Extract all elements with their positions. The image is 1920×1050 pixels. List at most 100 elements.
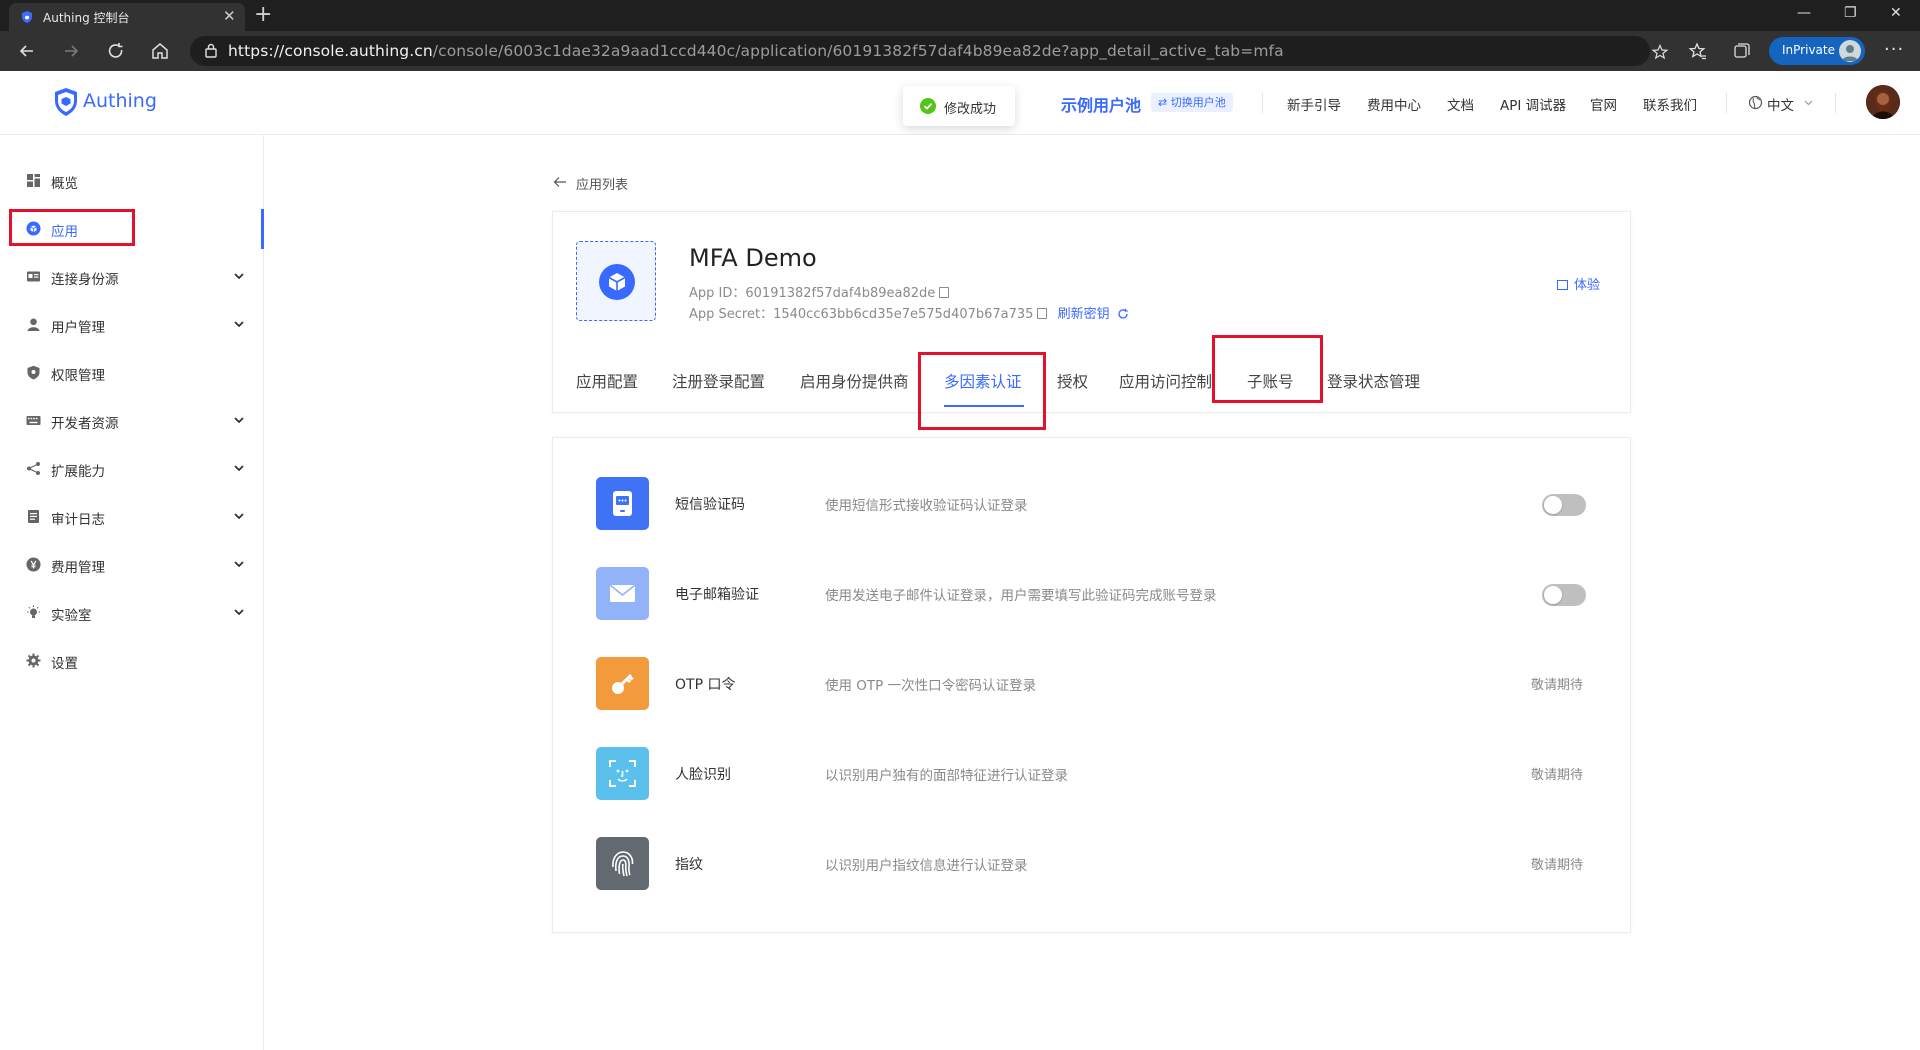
- more-menu-icon[interactable]: ···: [1884, 41, 1904, 59]
- sidebar-item-settings[interactable]: 设置: [0, 641, 264, 681]
- sidebar-item-label: 审计日志: [51, 512, 105, 528]
- nav-link-contact[interactable]: 联系我们: [1643, 94, 1697, 114]
- inprivate-badge[interactable]: InPrivate: [1769, 37, 1865, 65]
- face-icon: [596, 747, 649, 800]
- mfa-list-card: 短信验证码 使用短信形式接收验证码认证登录 电子邮箱验证 使用发送电子邮件认证登…: [552, 437, 1631, 933]
- add-favorite-icon[interactable]: [1652, 44, 1668, 60]
- coming-soon-label: 敬请期待: [1531, 678, 1584, 693]
- forward-icon[interactable]: [61, 41, 81, 61]
- sidebar-item-overview[interactable]: 概览: [0, 161, 264, 201]
- sidebar: 概览 应用 连接身份源 用户管理 权限管理 开发者资源 扩展能力 审计日志 费用…: [0, 135, 264, 1050]
- email-toggle[interactable]: [1542, 584, 1586, 606]
- keyboard-icon: [26, 416, 41, 425]
- mfa-name: 短信验证码: [675, 497, 745, 513]
- email-icon: [596, 567, 649, 620]
- new-tab-icon[interactable]: +: [254, 3, 272, 27]
- browser-tab[interactable]: Authing 控制台 ✕: [9, 3, 245, 31]
- tab-identity-providers[interactable]: 启用身份提供商: [800, 370, 909, 392]
- switch-pool-button[interactable]: ⇄ 切换用户池: [1151, 93, 1233, 112]
- key-icon: [596, 657, 649, 710]
- window-close-icon[interactable]: ✕: [1890, 5, 1902, 21]
- mfa-description: 以识别用户独有的面部特征进行认证登录: [825, 768, 1068, 784]
- collections-icon[interactable]: [1732, 41, 1752, 61]
- favorites-icon[interactable]: [1688, 41, 1708, 61]
- mfa-description: 以识别用户指纹信息进行认证登录: [825, 858, 1028, 874]
- url-host: https://console.authing.cn: [228, 42, 433, 60]
- app-secret-row: App Secret：1540cc63bb6cd35e7e575d407b67a…: [689, 303, 1129, 322]
- mfa-row-sms: 短信验证码 使用短信形式接收验证码认证登录: [553, 459, 1632, 549]
- tab-login-config[interactable]: 注册登录配置: [672, 370, 765, 392]
- mfa-name: 电子邮箱验证: [675, 587, 759, 603]
- sidebar-item-label: 用户管理: [51, 320, 105, 336]
- monitor-icon: [1557, 280, 1568, 290]
- copy-icon[interactable]: [939, 287, 950, 298]
- tab-login-state[interactable]: 登录状态管理: [1327, 370, 1420, 392]
- chevron-down-icon: [1804, 100, 1813, 106]
- app-logo: [576, 241, 656, 321]
- minimize-icon[interactable]: —: [1797, 5, 1811, 21]
- url-text[interactable]: https://console.authing.cn/console/6003c…: [228, 42, 1284, 60]
- chevron-down-icon: [234, 513, 244, 520]
- nav-link-api-debugger[interactable]: API 调试器: [1500, 94, 1566, 114]
- sidebar-item-label: 扩展能力: [51, 464, 105, 480]
- user-icon: [27, 318, 40, 331]
- sidebar-item-billing[interactable]: 费用管理: [0, 545, 264, 585]
- close-tab-icon[interactable]: ✕: [223, 7, 236, 25]
- highlight-box: [918, 352, 1046, 430]
- sidebar-item-user-management[interactable]: 用户管理: [0, 305, 264, 345]
- dashboard-icon: [27, 174, 40, 187]
- app-id-row: App ID：60191382f57daf4b89ea82de: [689, 282, 950, 301]
- mfa-name: 人脸识别: [675, 767, 731, 783]
- share-icon: [27, 462, 40, 475]
- copy-icon[interactable]: [1037, 308, 1048, 319]
- file-icon: [28, 510, 39, 523]
- gear-icon: [26, 653, 41, 668]
- toast-message: 修改成功: [944, 102, 997, 117]
- app-title: MFA Demo: [689, 244, 817, 272]
- profile-avatar-icon: [1839, 40, 1861, 62]
- highlight-box: [9, 209, 135, 246]
- sms-icon: [596, 477, 649, 530]
- refresh-secret-link[interactable]: 刷新密钥: [1058, 307, 1110, 322]
- sidebar-item-audit-logs[interactable]: 审计日志: [0, 497, 264, 537]
- mfa-description: 使用 OTP 一次性口令密码认证登录: [825, 678, 1037, 694]
- refresh-icon[interactable]: [106, 41, 126, 61]
- yen-icon: [26, 557, 41, 572]
- nav-link-docs[interactable]: 文档: [1447, 94, 1474, 114]
- home-icon[interactable]: [150, 41, 170, 61]
- sidebar-item-label: 费用管理: [51, 560, 105, 576]
- nav-link-billing[interactable]: 费用中心: [1367, 94, 1421, 114]
- back-icon[interactable]: [17, 41, 37, 61]
- app-secret-label: App Secret：: [689, 307, 774, 322]
- authing-logo[interactable]: Authing: [53, 85, 183, 119]
- user-avatar[interactable]: [1866, 85, 1900, 119]
- coming-soon-label: 敬请期待: [1531, 858, 1584, 873]
- nav-link-website[interactable]: 官网: [1590, 94, 1617, 114]
- header-divider: [1726, 93, 1727, 113]
- highlight-box: [1212, 335, 1323, 403]
- user-pool-name[interactable]: 示例用户池: [1061, 92, 1141, 116]
- tab-authorization[interactable]: 授权: [1057, 370, 1088, 392]
- shield-icon: [27, 365, 40, 380]
- sidebar-item-label: 实验室: [51, 608, 92, 624]
- refresh-icon[interactable]: [1117, 308, 1129, 320]
- sms-toggle[interactable]: [1542, 494, 1586, 516]
- tab-access-control[interactable]: 应用访问控制: [1119, 370, 1212, 392]
- address-bar[interactable]: https://console.authing.cn/console/6003c…: [190, 36, 1668, 66]
- toggle-knob: [1544, 586, 1562, 604]
- maximize-icon[interactable]: ❐: [1844, 5, 1857, 21]
- mfa-row-fingerprint: 指纹 以识别用户指纹信息进行认证登录 敬请期待: [553, 819, 1632, 909]
- sidebar-item-extensions[interactable]: 扩展能力: [0, 449, 264, 489]
- sidebar-item-developer-resources[interactable]: 开发者资源: [0, 401, 264, 441]
- lock-icon[interactable]: [204, 43, 218, 58]
- try-app-link[interactable]: 体验: [1557, 274, 1600, 293]
- sidebar-item-lab[interactable]: 实验室: [0, 593, 264, 633]
- nav-link-guide[interactable]: 新手引导: [1287, 94, 1341, 114]
- sidebar-item-label: 概览: [51, 176, 78, 192]
- sidebar-item-identity-sources[interactable]: 连接身份源: [0, 257, 264, 297]
- header-divider: [1835, 93, 1836, 113]
- authing-shield-icon: [55, 88, 77, 116]
- sidebar-item-permissions[interactable]: 权限管理: [0, 353, 264, 393]
- globe-icon: [1748, 95, 1763, 110]
- tab-app-config[interactable]: 应用配置: [576, 370, 638, 392]
